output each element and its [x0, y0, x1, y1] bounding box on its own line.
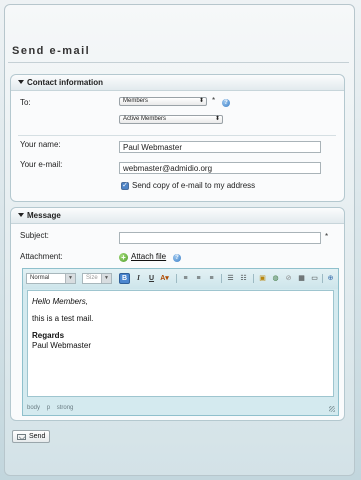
mail-signature: Paul Webmaster	[32, 341, 91, 350]
send-button[interactable]: Send	[12, 430, 50, 443]
editor-status-bar: body p strong	[23, 402, 338, 415]
required-marker: *	[325, 232, 329, 241]
subject-label: Subject:	[20, 231, 49, 240]
table-icon[interactable]: ▦	[296, 273, 307, 284]
name-label: Your name:	[20, 140, 61, 149]
select-arrows-icon: ⬍	[214, 116, 220, 122]
unlink-icon[interactable]: ⊘	[283, 273, 294, 284]
email-field[interactable]	[119, 162, 321, 174]
editor-toolbar: Normal ▼ Size ▼ B I U A▾ ≡ ≡ ≡ ☰ ☷ ▣ ◍ ⊘ ▦…	[23, 269, 338, 289]
send-copy-label: Send copy of e-mail to my address	[132, 181, 256, 190]
recipient-select-value: Members	[123, 98, 149, 104]
source-icon[interactable]: ▭	[309, 273, 320, 284]
toolbar-divider	[221, 274, 222, 283]
rich-text-editor: Normal ▼ Size ▼ B I U A▾ ≡ ≡ ≡ ☰ ☷ ▣ ◍ ⊘ ▦…	[22, 268, 339, 416]
toolbar-divider	[253, 274, 254, 283]
globe-icon[interactable]: ⊕	[325, 273, 336, 284]
help-icon[interactable]: ?	[173, 254, 181, 262]
format-select-value: Normal	[30, 275, 50, 281]
page-title: Send e-mail	[12, 45, 91, 57]
contact-information-heading: Contact information	[27, 78, 103, 87]
path-item[interactable]: strong	[57, 405, 74, 411]
required-marker: *	[212, 96, 216, 105]
message-heading: Message	[27, 211, 61, 220]
title-divider	[8, 62, 349, 63]
mail-greeting: Hello Members,	[32, 297, 89, 306]
attachment-label: Attachment:	[20, 252, 63, 261]
contact-information-header[interactable]: Contact information	[11, 75, 344, 91]
underline-button[interactable]: U	[146, 273, 157, 284]
add-icon[interactable]: +	[119, 253, 128, 262]
italic-button[interactable]: I	[133, 273, 144, 284]
font-color-button[interactable]: A▾	[159, 273, 170, 284]
subject-field[interactable]	[119, 232, 321, 244]
to-label: To:	[20, 98, 31, 107]
recipient-role-select-value: Active Members	[123, 116, 167, 122]
size-select[interactable]: Size ▼	[82, 273, 112, 284]
align-right-icon[interactable]: ≡	[206, 273, 217, 284]
toolbar-divider	[322, 274, 323, 283]
attach-file-link[interactable]: Attach file	[131, 252, 166, 261]
send-copy-checkbox[interactable]: ✓	[121, 182, 129, 190]
toolbar-divider	[176, 274, 177, 283]
message-header[interactable]: Message	[11, 208, 344, 224]
recipient-select[interactable]: Members ⬍	[119, 97, 207, 106]
collapse-triangle-icon	[18, 80, 24, 84]
align-left-icon[interactable]: ≡	[180, 273, 191, 284]
collapse-triangle-icon	[18, 213, 24, 217]
email-label: Your e-mail:	[20, 160, 63, 169]
dropdown-arrow-icon: ▼	[65, 274, 75, 283]
size-select-value: Size	[86, 275, 98, 281]
envelope-icon	[17, 434, 26, 440]
format-select[interactable]: Normal ▼	[26, 273, 76, 284]
editor-content[interactable]: Hello Members, this is a test mail. Rega…	[27, 290, 334, 397]
mail-body-line: this is a test mail.	[32, 314, 94, 323]
numbered-list-icon[interactable]: ☰	[225, 273, 236, 284]
dropdown-arrow-icon: ▼	[101, 274, 111, 283]
select-arrows-icon: ⬍	[198, 98, 204, 104]
help-icon[interactable]: ?	[222, 99, 230, 107]
bold-button[interactable]: B	[119, 273, 130, 284]
send-button-label: Send	[29, 433, 46, 440]
align-center-icon[interactable]: ≡	[193, 273, 204, 284]
recipient-role-select[interactable]: Active Members ⬍	[119, 115, 223, 124]
mail-regards: Regards	[32, 331, 65, 340]
link-icon[interactable]: ◍	[270, 273, 281, 284]
path-item[interactable]: p	[47, 405, 50, 411]
image-icon[interactable]: ▣	[257, 273, 268, 284]
name-field[interactable]	[119, 141, 321, 153]
bullet-list-icon[interactable]: ☷	[238, 273, 249, 284]
resize-grip-icon[interactable]	[329, 406, 335, 412]
separator	[18, 135, 336, 136]
path-item[interactable]: body	[27, 405, 40, 411]
